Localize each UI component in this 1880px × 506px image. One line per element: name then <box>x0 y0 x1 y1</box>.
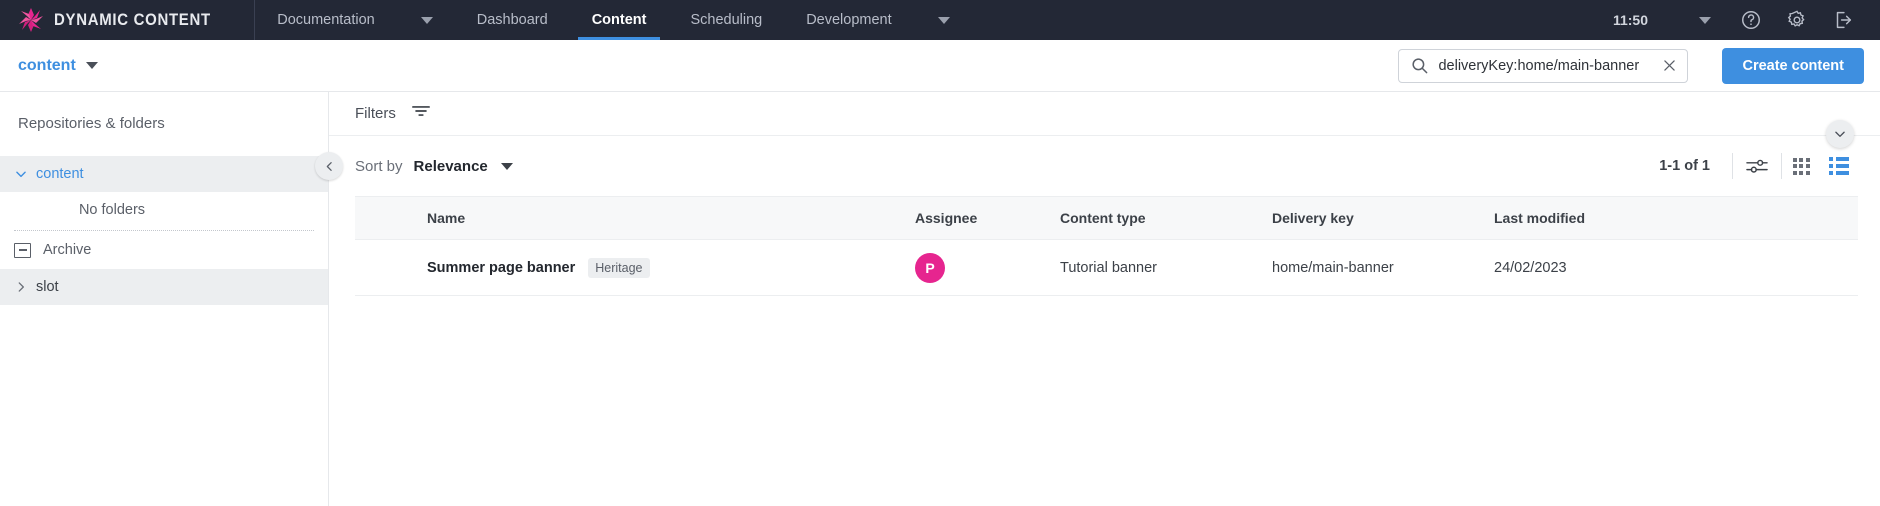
brand-title: DYNAMIC CONTENT <box>54 10 211 29</box>
nav-item-documentation[interactable]: Documentation <box>255 0 455 40</box>
tree-item-slot[interactable]: slot <box>0 269 328 305</box>
dynamic-content-logo-icon <box>18 7 44 33</box>
nav-label-development: Development <box>806 12 892 28</box>
create-content-button[interactable]: Create content <box>1722 47 1864 84</box>
toolbar-right: deliveryKey:home/main-banner Create cont… <box>1398 47 1864 84</box>
search-input[interactable]: deliveryKey:home/main-banner <box>1438 58 1652 74</box>
cell-last-modified: 24/02/2023 <box>1494 259 1567 276</box>
grid-view-icon <box>1792 157 1810 175</box>
logout-icon <box>1836 11 1852 29</box>
status-badge: Heritage <box>588 257 650 278</box>
sort-by-label: Sort by <box>355 157 403 175</box>
sort-bar: Sort by Relevance 1-1 of 1 <box>329 120 1880 196</box>
list-view-button[interactable] <box>1820 157 1858 175</box>
nav-label-scheduling: Scheduling <box>690 12 763 28</box>
sort-bar-right: 1-1 of 1 <box>1659 153 1858 179</box>
filters-bar: Filters <box>329 92 1880 136</box>
grid-view-button[interactable] <box>1782 157 1820 175</box>
list-view-icon <box>1829 157 1849 175</box>
cell-name[interactable]: Summer page banner Heritage <box>355 257 915 278</box>
nav-item-scheduling[interactable]: Scheduling <box>668 0 784 40</box>
gear-icon <box>1787 10 1805 27</box>
avatar: P <box>915 252 945 283</box>
column-header-last-modified[interactable]: Last modified <box>1494 210 1858 226</box>
close-icon <box>1664 60 1676 71</box>
repository-toolbar: content deliveryKey:home/main-banner Cre… <box>0 40 1880 92</box>
settings-sliders-icon <box>1746 159 1768 173</box>
brand-logo[interactable]: DYNAMIC CONTENT <box>0 0 256 40</box>
nav-item-content[interactable]: Content <box>570 0 669 40</box>
repository-selector[interactable]: content <box>18 57 98 75</box>
result-count: 1-1 of 1 <box>1659 158 1710 174</box>
nav-label-content: Content <box>591 12 647 28</box>
chevron-down-icon <box>85 62 98 69</box>
content-table: Name Assignee Content type Delivery key … <box>355 196 1858 296</box>
collapse-sidebar-button[interactable] <box>315 152 343 180</box>
filter-icon[interactable] <box>410 102 432 125</box>
tree-item-content[interactable]: content <box>0 156 328 192</box>
repository-tree: content No folders Archive slot <box>0 156 328 305</box>
sidebar-title: Repositories & folders <box>18 115 165 132</box>
content-item-name: Summer page banner <box>427 259 576 276</box>
settings-button[interactable] <box>1774 0 1820 40</box>
cell-assignee[interactable]: P <box>915 252 1060 283</box>
cell-delivery-key: home/main-banner <box>1272 259 1394 276</box>
clear-search-button[interactable] <box>1661 57 1678 74</box>
chevron-down-icon <box>420 16 433 24</box>
nav-item-dashboard[interactable]: Dashboard <box>455 0 570 40</box>
chevron-right-icon <box>14 280 36 294</box>
column-header-content-type[interactable]: Content type <box>1060 210 1272 226</box>
column-header-delivery-key[interactable]: Delivery key <box>1272 210 1494 226</box>
search-icon <box>1412 58 1428 74</box>
chevron-down-icon <box>1699 16 1711 24</box>
repository-name: content <box>18 56 76 74</box>
nav-item-development[interactable]: Development <box>784 0 971 40</box>
top-right-actions: 11:50 <box>1613 0 1880 40</box>
clock-display: 11:50 <box>1612 12 1648 28</box>
expand-filters-button[interactable] <box>1826 120 1854 148</box>
logout-button[interactable] <box>1820 0 1866 40</box>
help-icon <box>1742 11 1760 29</box>
tree-label-slot: slot <box>36 279 59 295</box>
no-folders-message: No folders <box>78 202 146 218</box>
main-nav: Documentation Dashboard Content Scheduli… <box>255 0 971 40</box>
archive-box-icon <box>14 242 31 258</box>
top-navigation-bar: DYNAMIC CONTENT Documentation Dashboard … <box>0 0 1880 40</box>
cell-content-type: Tutorial banner <box>1060 259 1157 276</box>
account-menu-button[interactable] <box>1682 0 1728 40</box>
tree-item-archive[interactable]: Archive <box>0 231 328 269</box>
nav-label-dashboard: Dashboard <box>476 12 548 28</box>
tree-label-content: content <box>36 166 84 182</box>
help-button[interactable] <box>1728 0 1774 40</box>
chevron-down-icon <box>14 167 36 181</box>
chevron-down-icon <box>937 16 950 24</box>
search-box[interactable]: deliveryKey:home/main-banner <box>1398 48 1689 83</box>
column-header-name[interactable]: Name <box>355 210 915 226</box>
display-settings-button[interactable] <box>1733 156 1781 176</box>
table-row[interactable]: Summer page banner Heritage P Tutorial b… <box>355 240 1858 296</box>
sidebar: Repositories & folders content No folder… <box>0 92 343 506</box>
chevron-down-icon[interactable] <box>500 162 513 170</box>
sort-value[interactable]: Relevance <box>414 158 488 175</box>
nav-label-documentation: Documentation <box>277 12 375 28</box>
column-header-assignee[interactable]: Assignee <box>915 210 1060 226</box>
filters-label: Filters <box>355 105 396 122</box>
chevron-left-icon <box>326 161 332 171</box>
chevron-down-icon <box>1835 131 1845 138</box>
page-body: Repositories & folders content No folder… <box>0 92 1880 506</box>
tree-label-archive: Archive <box>43 242 92 258</box>
main-content: Filters Sort by Relevance 1-1 of 1 Name … <box>329 92 1880 506</box>
table-header-row: Name Assignee Content type Delivery key … <box>355 196 1858 240</box>
